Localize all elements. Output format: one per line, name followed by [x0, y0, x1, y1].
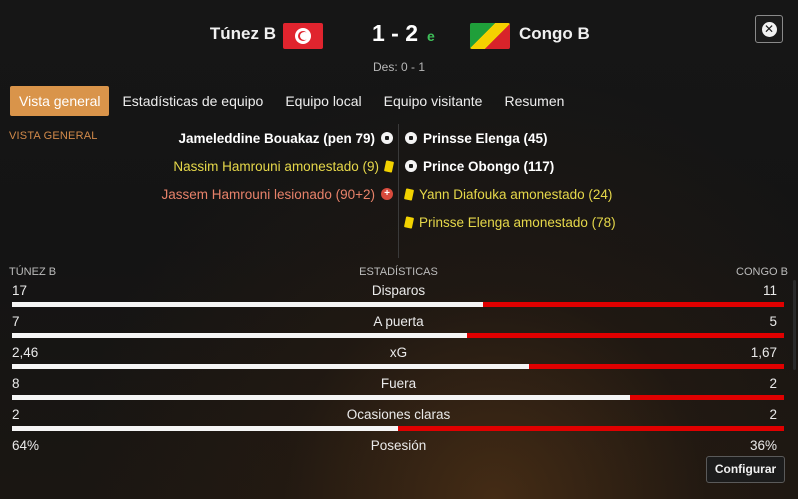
stat-bar-away	[482, 302, 784, 307]
tab-bar: Vista general Estadísticas de equipo Equ…	[10, 86, 577, 116]
ball-icon	[381, 132, 393, 144]
stat-bar	[12, 395, 784, 400]
event-text[interactable]: Jassem Hamrouni lesionado (90+2)	[162, 187, 375, 202]
configure-button[interactable]: Configurar	[706, 456, 785, 483]
away-events-list: Prinsse Elenga (45) Prince Obongo (117) …	[403, 124, 705, 236]
section-label: VISTA GENERAL	[9, 130, 98, 142]
event-text[interactable]: Yann Diafouka amonestado (24)	[419, 187, 612, 202]
home-team-name[interactable]: Túnez B	[210, 24, 276, 44]
events-divider	[398, 124, 399, 258]
tab-resumen[interactable]: Resumen	[495, 86, 573, 116]
stat-away-value: 2	[769, 407, 777, 422]
stat-name: xG	[389, 345, 408, 360]
away-event: Prinsse Elenga amonestado (78)	[403, 208, 705, 236]
away-event: Prince Obongo (117)	[405, 152, 705, 180]
away-event: Prinsse Elenga (45)	[405, 124, 705, 152]
stat-name: Fuera	[380, 376, 417, 391]
stat-row: 64% Posesión 36%	[9, 438, 788, 469]
stat-away-value: 11	[762, 283, 777, 298]
home-events-list: Jameleddine Bouakaz (pen 79) Nassim Hamr…	[93, 124, 395, 208]
tab-vista-general[interactable]: Vista general	[10, 86, 110, 116]
stat-bar-home	[12, 395, 630, 400]
tab-equipo-visitante[interactable]: Equipo visitante	[375, 86, 492, 116]
match-score: 1 - 2	[372, 20, 419, 46]
stat-name: Ocasiones claras	[346, 407, 451, 422]
extra-time-tag: e	[427, 28, 435, 44]
stat-bar-home	[12, 302, 483, 307]
stat-bar	[12, 302, 784, 307]
stat-bar	[12, 333, 784, 338]
ball-icon	[405, 160, 417, 172]
stat-row: 8 Fuera 2	[9, 376, 788, 407]
tunisia-flag-icon	[283, 23, 323, 49]
away-event: Yann Diafouka amonestado (24)	[403, 180, 705, 208]
stat-bar-away	[467, 333, 784, 338]
stat-away-value: 36%	[749, 438, 777, 453]
stat-bar-away	[529, 364, 784, 369]
halftime-score: Des: 0 - 1	[372, 60, 426, 74]
stat-bar-home	[12, 333, 468, 338]
home-event: Jassem Hamrouni lesionado (90+2) +	[93, 180, 393, 208]
ball-icon	[405, 132, 417, 144]
home-event: Nassim Hamrouni amonestado (9)	[93, 152, 395, 180]
stat-name: A puerta	[373, 314, 424, 329]
away-team-name[interactable]: Congo B	[519, 24, 590, 44]
event-text[interactable]: Jameleddine Bouakaz (pen 79)	[178, 131, 375, 146]
stats-away-label: CONGO B	[736, 266, 788, 278]
stat-row: 2 Ocasiones claras 2	[9, 407, 788, 438]
stat-bar-home	[12, 364, 530, 369]
event-text[interactable]: Prinsse Elenga (45)	[423, 131, 548, 146]
stat-name: Posesión	[370, 438, 427, 453]
congo-flag-icon	[470, 23, 510, 49]
stat-bar-home	[12, 426, 398, 431]
yellow-card-icon	[383, 159, 395, 173]
stat-row: 7 A puerta 5	[9, 314, 788, 345]
close-button[interactable]: ✕	[755, 15, 783, 43]
stats-title: ESTADÍSTICAS	[359, 266, 438, 278]
stat-row: 2,46 xG 1,67	[9, 345, 788, 376]
close-icon: ✕	[761, 21, 777, 37]
yellow-card-icon	[403, 215, 415, 229]
match-header: Túnez B 1 - 2 e Congo B	[0, 20, 798, 50]
stat-away-value: 1,67	[750, 345, 777, 360]
stats-header: TÚNEZ B ESTADÍSTICAS CONGO B	[9, 266, 788, 280]
stat-row: 17 Disparos 11	[9, 283, 788, 314]
home-event: Jameleddine Bouakaz (pen 79)	[93, 124, 393, 152]
tab-estadisticas-equipo[interactable]: Estadísticas de equipo	[113, 86, 272, 116]
stat-bar	[12, 364, 784, 369]
injury-icon: +	[381, 188, 393, 200]
stat-name: Disparos	[371, 283, 426, 298]
event-text[interactable]: Prince Obongo (117)	[423, 159, 554, 174]
event-text[interactable]: Prinsse Elenga amonestado (78)	[419, 215, 616, 230]
stat-bar	[12, 426, 784, 431]
event-text[interactable]: Nassim Hamrouni amonestado (9)	[173, 159, 379, 174]
stat-bar-away	[629, 395, 784, 400]
stat-away-value: 5	[769, 314, 777, 329]
scrollbar[interactable]	[793, 280, 796, 370]
stat-away-value: 2	[769, 376, 777, 391]
stat-bar-away	[398, 426, 784, 431]
tab-equipo-local[interactable]: Equipo local	[276, 86, 370, 116]
yellow-card-icon	[403, 187, 415, 201]
